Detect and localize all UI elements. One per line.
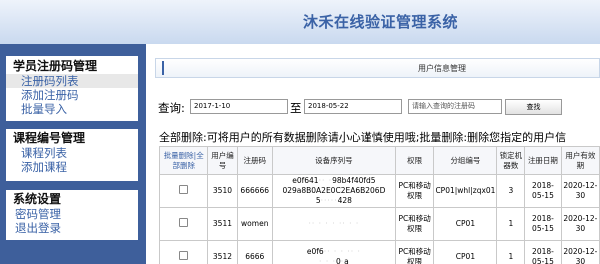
row-checkbox[interactable] <box>179 218 189 227</box>
locked-cell: 3 <box>496 174 526 208</box>
page-title: 用户信息管理 <box>418 64 466 73</box>
sidebar-item-course-list[interactable]: 课程列表 <box>6 146 138 160</box>
column-header-expiry: 用户有效期 <box>560 146 600 175</box>
sidebar-item-logout[interactable]: 退出登录 <box>6 221 138 235</box>
expiry-cell: 2020-12-30 <box>560 174 600 208</box>
user-id-cell: 3511 <box>207 207 238 241</box>
menu-group-title: 系统设置 <box>13 192 62 206</box>
start-date-input[interactable]: 2017-1-10 <box>190 99 288 114</box>
column-header-permission: 权限 <box>394 146 435 175</box>
table-row: 3510 666666 e0f641·· ·98b4f40fd5 029a8B0… <box>158 174 600 208</box>
header-banner: 沐禾在线验证管理系统 <box>0 0 600 44</box>
serial-part: a <box>344 257 349 264</box>
group-cell: CP01 <box>433 240 498 264</box>
table-row: 3511 women ·· · · · ·· · · PC和移动权限 CP01 … <box>158 207 600 241</box>
permission-cell: PC和移动权限 <box>394 174 435 208</box>
table-row: 3512 6666 e0f6·· · · ·· · · · ·0·a PC和移动… <box>158 240 600 264</box>
row-checkbox[interactable] <box>179 251 189 260</box>
sidebar-item-add-code[interactable]: 添加注册码 <box>6 88 138 102</box>
user-id-cell: 3510 <box>207 174 238 208</box>
column-header-reg-date: 注册日期 <box>524 146 562 175</box>
reg-date-cell: 2018-05-15 <box>524 240 562 264</box>
serial-part: 029a8 <box>282 186 307 195</box>
bulk-delete-link[interactable]: 批量删除|全部删除 <box>164 151 204 170</box>
reg-date-cell: 2018-05-15 <box>524 207 562 241</box>
delete-notice: 全部删除:可将用户的所有数据删除请小心谨慎使用哦;批量删除:删除您指定的用户信 <box>159 131 567 144</box>
serial-part: 428 <box>337 196 352 205</box>
serial-cell: ·· · · · ·· · · <box>272 207 396 241</box>
expiry-cell: 2020-12-30 <box>560 240 600 264</box>
code-cell: women <box>236 207 273 241</box>
end-date-input[interactable]: 2018-05-22 <box>304 99 402 114</box>
redacted-mark: · · · <box>319 257 336 264</box>
column-header-delete[interactable]: 批量删除|全部删除 <box>158 146 209 175</box>
user-id-cell: 3512 <box>207 240 238 264</box>
serial-cell: e0f641·· ·98b4f40fd5 029a8B0A2E0C2EA6B20… <box>272 174 396 208</box>
menu-group-courses: 课程编号管理 课程列表 添加课程 <box>6 129 138 181</box>
query-label: 查询: <box>158 101 185 115</box>
serial-part: e0f641 <box>292 176 319 185</box>
serial-part: e0f6 <box>306 247 324 256</box>
menu-group-title: 课程编号管理 <box>13 131 86 145</box>
permission-cell: PC和移动权限 <box>394 207 435 241</box>
row-select-cell <box>158 207 209 241</box>
menu-group-registration: 学员注册码管理 注册码列表 添加注册码 批量导入 <box>6 56 138 121</box>
redacted-mark: ·· · · ·· · <box>323 247 361 256</box>
menu-group-settings: 系统设置 密码管理 退出登录 <box>6 190 138 240</box>
reg-date-cell: 2018-05-15 <box>524 174 562 208</box>
search-button[interactable]: 查找 <box>505 99 562 115</box>
locked-cell: 1 <box>496 240 526 264</box>
permission-cell: PC和移动权限 <box>394 240 435 264</box>
redacted-mark: ····· <box>320 196 338 205</box>
sidebar-item-bulk-import[interactable]: 批量导入 <box>6 102 138 116</box>
app-title: 沐禾在线验证管理系统 <box>303 13 459 31</box>
column-header-group: 分组编号 <box>433 146 498 175</box>
sidebar-item-password[interactable]: 密码管理 <box>6 207 138 221</box>
user-table: 批量删除|全部删除 用户编号 注册码 设备序列号 权限 分组编号 锁定机器数 注… <box>158 146 600 264</box>
group-cell: CP01 <box>433 207 498 241</box>
sidebar-item-add-course[interactable]: 添加课程 <box>6 160 138 174</box>
expiry-cell: 2020-12-30 <box>560 207 600 241</box>
serial-cell: e0f6·· · · ·· · · · ·0·a <box>272 240 396 264</box>
group-cell: CP01|whl|zqx01 <box>433 174 498 208</box>
redacted-mark: ·· · · · ·· · · <box>308 219 360 228</box>
code-cell: 6666 <box>236 240 273 264</box>
menu-group-title: 学员注册码管理 <box>13 59 98 73</box>
main-content: 用户信息管理 查询: 2017-1-10 至 2018-05-22 请输入查询的… <box>155 44 600 264</box>
sidebar: 学员注册码管理 注册码列表 添加注册码 批量导入 课程编号管理 课程列表 添加课… <box>0 44 146 264</box>
to-label: 至 <box>290 101 302 115</box>
page-header-accent <box>162 61 164 75</box>
row-select-cell <box>158 174 209 208</box>
sidebar-item-code-list[interactable]: 注册码列表 <box>6 74 138 88</box>
redacted-mark: ·· · <box>318 176 333 185</box>
locked-cell: 1 <box>496 207 526 241</box>
column-header-locked: 锁定机器数 <box>496 146 526 175</box>
row-select-cell <box>158 240 209 264</box>
column-header-code: 注册码 <box>236 146 273 175</box>
code-cell: 666666 <box>236 174 273 208</box>
keyword-input[interactable]: 请输入查询的注册码 <box>408 99 502 114</box>
column-header-user-id: 用户编号 <box>207 146 238 175</box>
serial-part: B0A2E0C2EA6B206D <box>306 186 386 195</box>
page-header: 用户信息管理 <box>155 58 600 78</box>
row-checkbox[interactable] <box>179 185 189 194</box>
serial-part: 98b4f40fd5 <box>332 176 376 185</box>
column-header-serial: 设备序列号 <box>272 146 396 175</box>
table-header-row: 批量删除|全部删除 用户编号 注册码 设备序列号 权限 分组编号 锁定机器数 注… <box>158 146 600 175</box>
